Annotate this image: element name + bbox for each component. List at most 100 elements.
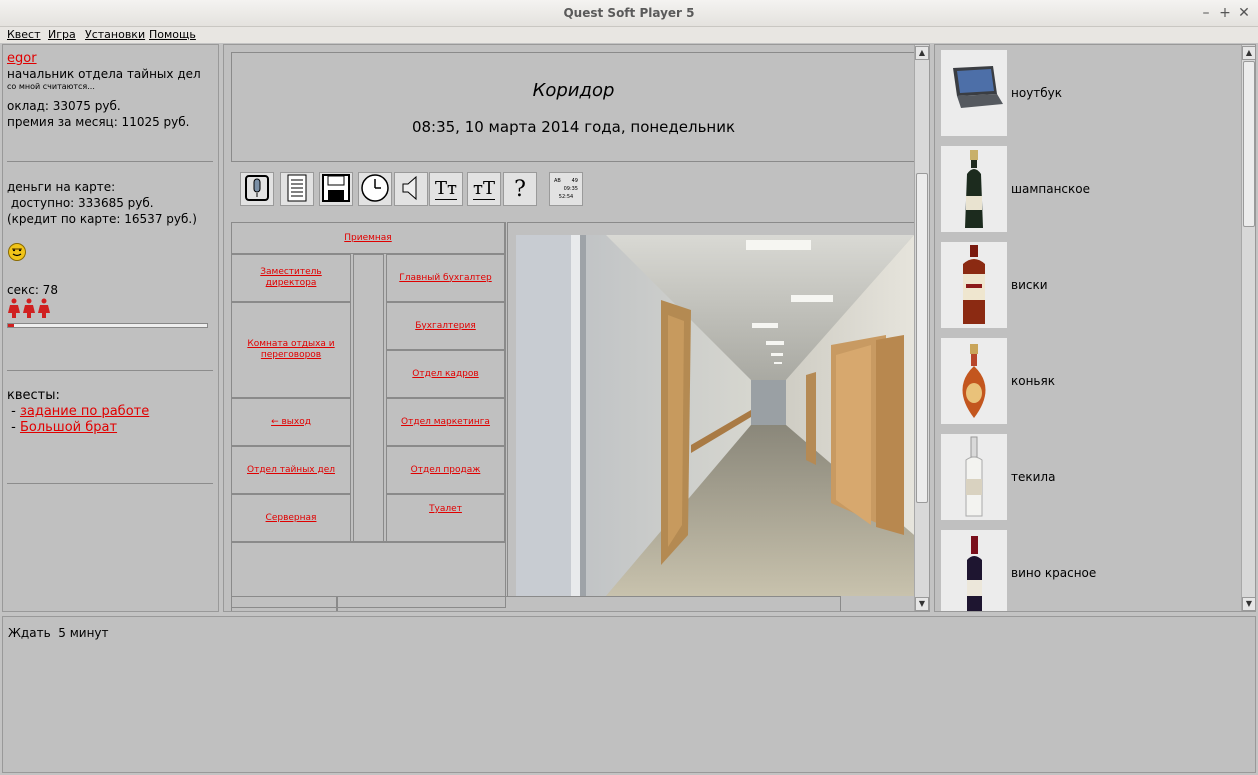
save-icon xyxy=(322,173,350,205)
font-increase-icon: Tт xyxy=(435,178,457,200)
notes-icon xyxy=(286,174,308,205)
quests-header: квесты: xyxy=(7,388,60,403)
inventory-item[interactable]: виски xyxy=(941,242,1241,328)
champagne-bottle-icon xyxy=(941,146,1007,232)
card-header: деньги на карте: xyxy=(7,180,116,194)
maximize-icon[interactable]: + xyxy=(1216,4,1234,22)
scroll-up-icon[interactable]: ▲ xyxy=(915,46,929,60)
nav-cell: Комната отдыха и переговоров xyxy=(231,302,351,398)
player-name-link[interactable]: egor xyxy=(7,51,37,66)
clock-digits-button[interactable]: AB 49 09:35 52:54 xyxy=(549,172,583,206)
whisky-bottle-icon xyxy=(941,242,1007,328)
nav-cell: Отдел кадров xyxy=(386,350,505,398)
window-title: Quest Soft Player 5 xyxy=(563,6,695,20)
notes-button[interactable] xyxy=(280,172,314,206)
menu-game[interactable]: Игра xyxy=(48,28,76,41)
nav-cell: Туалет xyxy=(386,494,505,542)
menu-quest[interactable]: Квест xyxy=(7,28,41,41)
location-image xyxy=(516,235,914,596)
inventory-label: ноутбук xyxy=(1011,86,1063,100)
nav-link-accounting[interactable]: Бухгалтерия xyxy=(415,321,476,332)
scroll-down-icon[interactable]: ▼ xyxy=(915,597,929,611)
inventory-item[interactable]: ноутбук xyxy=(941,50,1241,136)
nav-link-deputy-director[interactable]: Заместитель директора xyxy=(242,267,340,289)
nav-cell: ← выход xyxy=(231,398,351,446)
microphone-icon xyxy=(244,174,270,205)
message-log-panel: Ждать 5 минут xyxy=(2,616,1256,773)
nav-link-sales[interactable]: Отдел продаж xyxy=(411,465,481,476)
sex-label: секс: 78 xyxy=(7,283,58,297)
quest-item: - Большой брат xyxy=(7,420,118,435)
divider xyxy=(7,370,213,371)
nav-link-secret-dept[interactable]: Отдел тайных дел xyxy=(247,465,335,476)
nav-link-hr[interactable]: Отдел кадров xyxy=(412,369,478,380)
scrollbar-thumb[interactable] xyxy=(1243,61,1255,227)
scroll-up-icon[interactable]: ▲ xyxy=(1242,46,1255,60)
quest-link-work[interactable]: задание по работе xyxy=(20,404,149,419)
window-titlebar: Quest Soft Player 5 – + ✕ xyxy=(0,0,1258,27)
nav-link-chief-accountant[interactable]: Главный бухгалтер xyxy=(399,273,491,284)
font-decrease-icon: тТ xyxy=(473,178,495,200)
card-credit: (кредит по карте: 16537 руб.) xyxy=(7,212,197,226)
location-title: Коридор xyxy=(532,80,615,101)
close-icon[interactable]: ✕ xyxy=(1235,4,1253,22)
nav-link-marketing[interactable]: Отдел маркетинга xyxy=(401,417,490,428)
sound-button[interactable] xyxy=(394,172,428,206)
inventory-label: коньяк xyxy=(1011,374,1055,388)
speaker-icon xyxy=(400,174,422,205)
quest-link-bigbrother[interactable]: Большой брат xyxy=(20,420,117,435)
inventory-item[interactable]: текила xyxy=(941,434,1241,520)
inventory-item[interactable]: вино красное xyxy=(941,530,1241,611)
card-available: доступно: 333685 руб. xyxy=(7,196,154,210)
nav-cell: Отдел продаж xyxy=(386,446,505,494)
menu-help[interactable]: Помощь xyxy=(149,28,196,41)
scrollbar-thumb[interactable] xyxy=(916,173,928,503)
red-wine-bottle-icon xyxy=(941,530,1007,611)
inventory-item[interactable]: шампанское xyxy=(941,146,1241,232)
nav-link-server-room[interactable]: Серверная xyxy=(266,513,317,524)
divider xyxy=(7,161,213,162)
inventory-label: шампанское xyxy=(1011,182,1091,196)
female-figures-icon xyxy=(7,298,53,321)
clock-digits-icon: AB 49 xyxy=(554,178,578,184)
save-button[interactable] xyxy=(319,172,353,206)
help-button[interactable]: ? xyxy=(503,172,537,206)
inventory-item[interactable]: коньяк xyxy=(941,338,1241,424)
nav-corridor-cell xyxy=(353,254,384,542)
scroll-down-icon[interactable]: ▼ xyxy=(1242,597,1255,611)
laptop-icon xyxy=(941,50,1007,136)
help-icon: ? xyxy=(514,176,526,202)
menu-bar: Квест Игра Установки Помощь xyxy=(0,27,1258,43)
divider xyxy=(7,483,213,484)
nav-link-reception[interactable]: Приемная xyxy=(344,233,391,244)
tequila-bottle-icon xyxy=(941,434,1007,520)
location-panel: Коридор 08:35, 10 марта 2014 года, понед… xyxy=(223,44,930,612)
inventory-label: текила xyxy=(1011,470,1056,484)
inventory-panel: ноутбук шампанское виски коньяк текила в… xyxy=(934,44,1256,612)
nav-link-lounge[interactable]: Комната отдыха и переговоров xyxy=(242,339,340,361)
nav-cell: Приемная xyxy=(231,222,505,254)
microphone-button[interactable] xyxy=(240,172,274,206)
nav-cell: Серверная xyxy=(231,494,351,542)
menu-settings[interactable]: Установки xyxy=(85,28,145,41)
nav-link-toilet[interactable]: Туалет xyxy=(429,504,462,515)
nav-cell: Главный бухгалтер xyxy=(386,254,505,302)
inventory-label: вино красное xyxy=(1011,566,1097,580)
quest-item: - задание по работе xyxy=(7,404,150,419)
sex-progress-bar xyxy=(7,323,208,328)
nav-link-exit[interactable]: ← выход xyxy=(271,417,311,428)
salary-text: оклад: 33075 руб. xyxy=(7,99,121,113)
nav-cell: Отдел маркетинга xyxy=(386,398,505,446)
player-motto: со мной считаются... xyxy=(7,82,95,91)
clock-button[interactable] xyxy=(358,172,392,206)
minimize-icon[interactable]: – xyxy=(1197,4,1215,22)
player-position: начальник отдела тайных дел xyxy=(7,67,201,81)
cognac-bottle-icon xyxy=(941,338,1007,424)
nav-footer-cell xyxy=(337,596,841,611)
font-decrease-button[interactable]: тТ xyxy=(467,172,501,206)
player-stats-panel: egor начальник отдела тайных дел со мной… xyxy=(2,44,219,612)
font-increase-button[interactable]: Tт xyxy=(429,172,463,206)
inventory-label: виски xyxy=(1011,278,1048,292)
mood-icon xyxy=(7,242,27,265)
location-datetime: 08:35, 10 марта 2014 года, понедельник xyxy=(411,118,736,136)
